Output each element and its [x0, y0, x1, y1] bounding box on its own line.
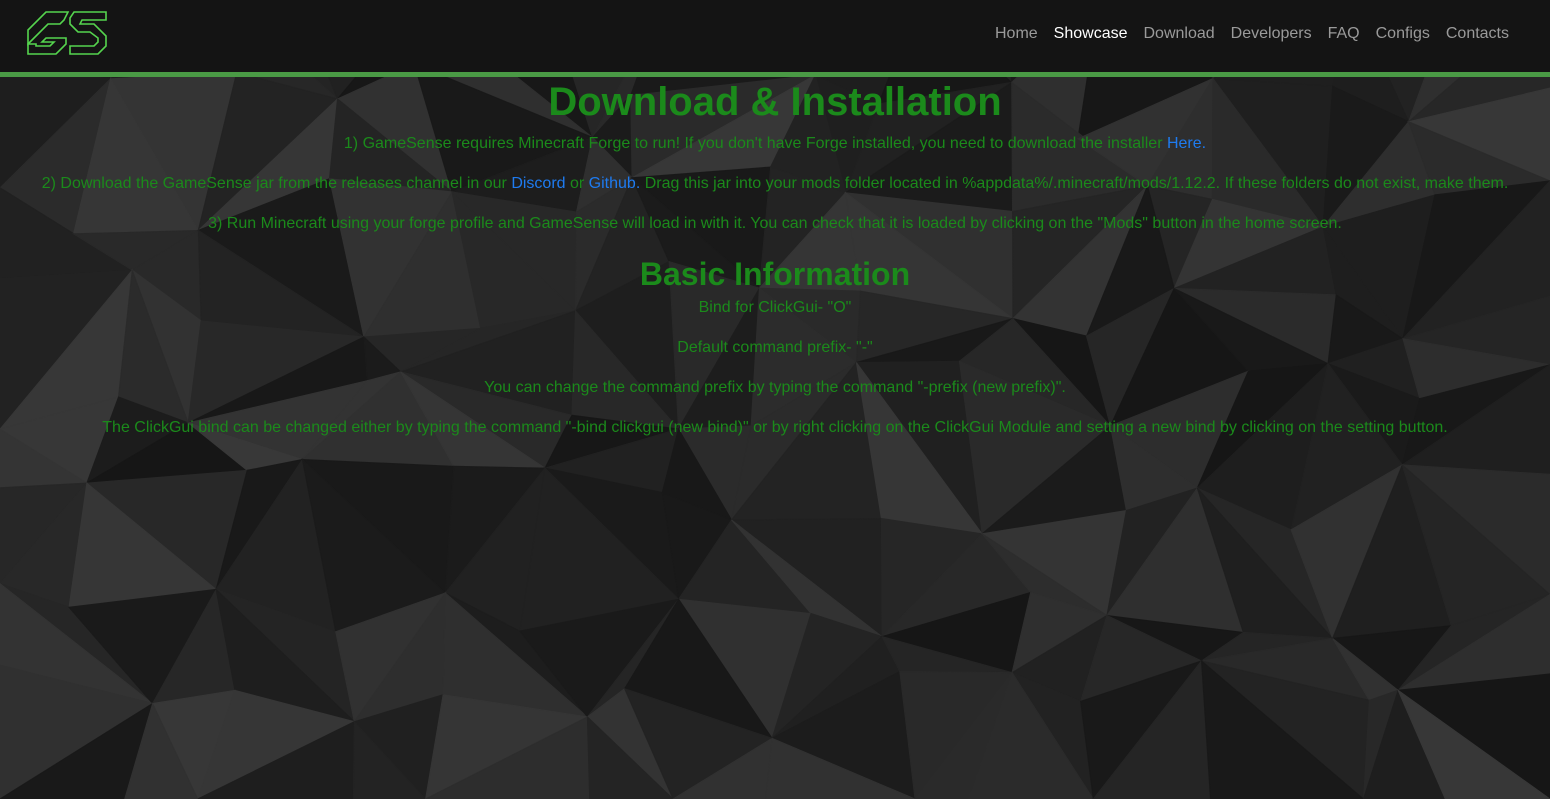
- install-step-2-or: or: [565, 175, 589, 192]
- github-link[interactable]: Github.: [589, 175, 641, 192]
- default-prefix-text: Default command prefix- "-": [677, 339, 873, 356]
- forge-installer-link[interactable]: Here.: [1167, 135, 1206, 152]
- install-step-2-prefix: 2) Download the GameSense jar from the r…: [41, 175, 512, 192]
- install-step-1: 1) GameSense requires Minecraft Forge to…: [0, 133, 1550, 155]
- nav-home[interactable]: Home: [987, 23, 1046, 45]
- page: GS Home Showcase Download Developers FAQ…: [0, 0, 1550, 799]
- nav-showcase[interactable]: Showcase: [1046, 23, 1136, 45]
- navbar: GS Home Showcase Download Developers FAQ…: [0, 0, 1550, 77]
- nav-faq[interactable]: FAQ: [1320, 23, 1368, 45]
- nav-download[interactable]: Download: [1136, 23, 1223, 45]
- change-prefix-text: You can change the command prefix by typ…: [484, 379, 1066, 396]
- install-step-2-suffix: Drag this jar into your mods folder loca…: [640, 175, 1509, 192]
- nav-links: Home Showcase Download Developers FAQ Co…: [987, 23, 1517, 45]
- main-content: Download & Installation 1) GameSense req…: [0, 77, 1550, 439]
- install-step-2: 2) Download the GameSense jar from the r…: [0, 173, 1550, 195]
- nav-contacts[interactable]: Contacts: [1438, 23, 1517, 45]
- nav-developers[interactable]: Developers: [1223, 23, 1320, 45]
- clickgui-bind-text: Bind for ClickGui- "O": [698, 299, 852, 316]
- discord-link[interactable]: Discord: [511, 175, 565, 192]
- install-title: Download & Installation: [548, 80, 1002, 124]
- install-step-1-text: 1) GameSense requires Minecraft Forge to…: [343, 135, 1167, 152]
- change-bind-text: The ClickGui bind can be changed either …: [102, 419, 1448, 436]
- nav-configs[interactable]: Configs: [1368, 23, 1438, 45]
- gamesense-logo-icon[interactable]: GS: [26, 11, 108, 56]
- basic-info-title: Basic Information: [639, 256, 911, 292]
- install-step-3: 3) Run Minecraft using your forge profil…: [208, 215, 1342, 232]
